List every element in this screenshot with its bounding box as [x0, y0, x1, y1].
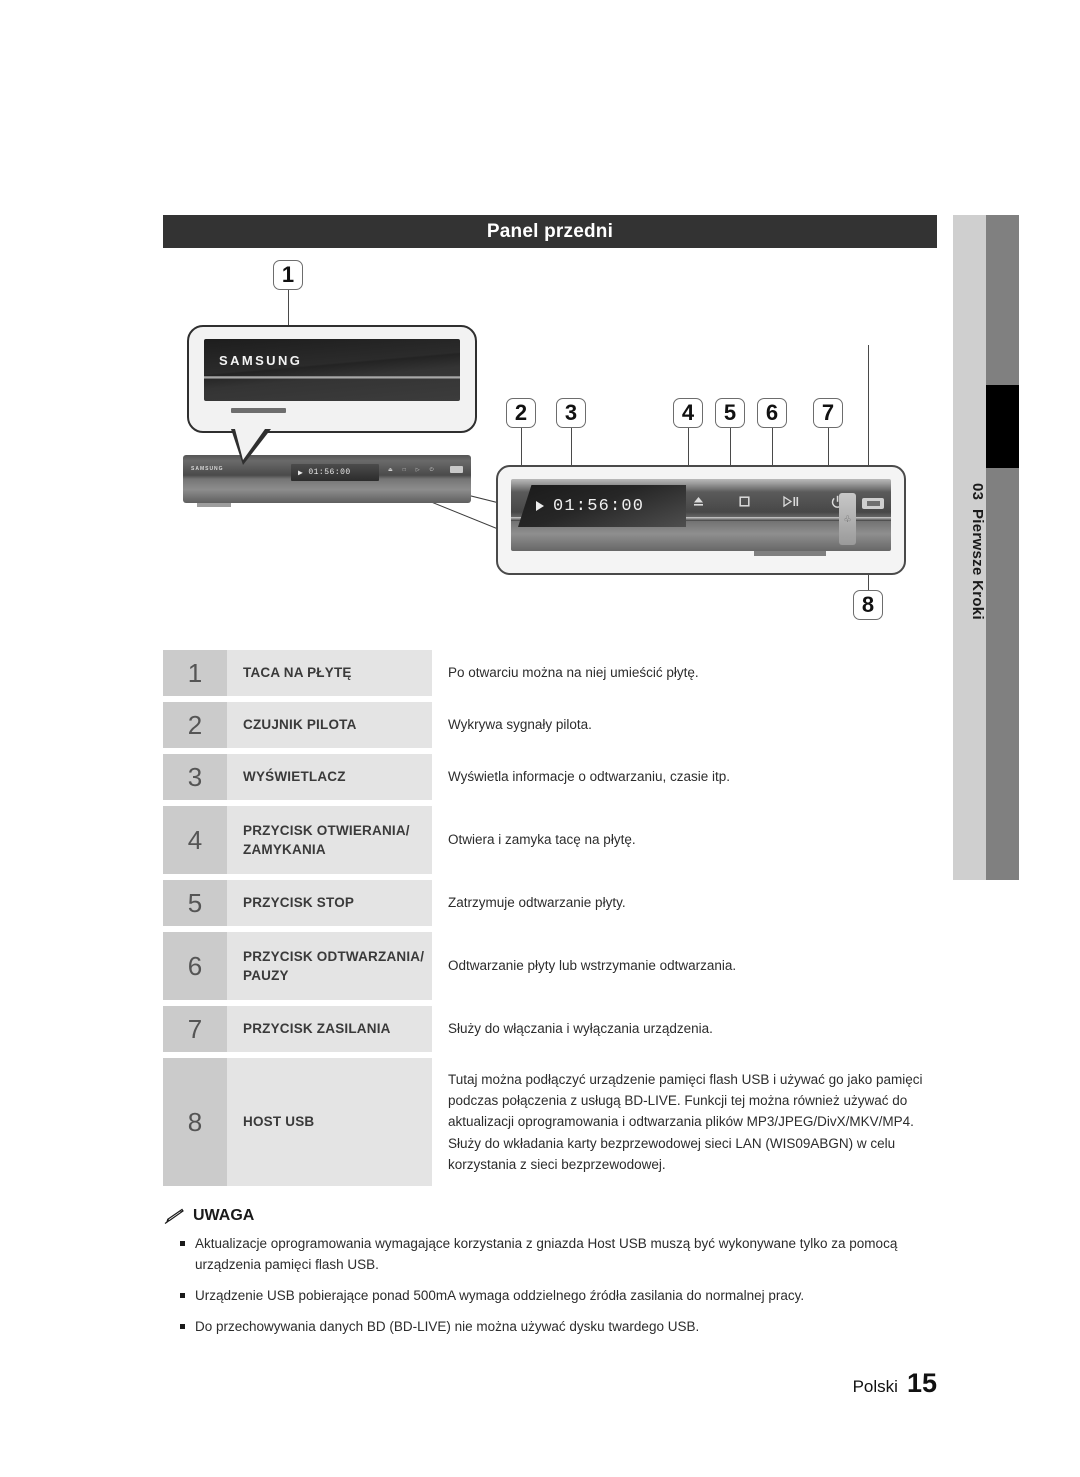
- row-number: 2: [163, 702, 227, 748]
- callout-8: 8: [853, 590, 883, 620]
- list-item: Urządzenie USB pobierające ponad 500mA w…: [163, 1286, 953, 1307]
- row-number: 1: [163, 650, 227, 696]
- play-pause-button-icon[interactable]: [781, 491, 801, 511]
- tray-zoom-bubble: SAMSUNG: [187, 325, 477, 465]
- player-foot: [197, 503, 231, 507]
- chapter-tab-text: 03 Pierwsze Kroki: [953, 215, 986, 880]
- chapter-tab-dark-band: [986, 215, 1019, 880]
- callout-7: 7: [813, 398, 843, 428]
- note-items: Aktualizacje oprogramowania wymagające k…: [163, 1234, 953, 1338]
- row-description: Otwiera i zamyka tacę na płytę.: [432, 806, 937, 874]
- row-label: PRZYCISK OTWIERANIA/ ZAMYKANIA: [227, 806, 432, 874]
- row-number: 7: [163, 1006, 227, 1052]
- row-label: HOST USB: [227, 1058, 432, 1186]
- callout-3: 3: [556, 398, 586, 428]
- footer-language: Polski: [852, 1377, 898, 1396]
- footer-page-number: 15: [906, 1368, 937, 1398]
- player-samsung-logo: SAMSUNG: [191, 466, 224, 472]
- front-panel-spec-table: 1 TACA NA PŁYTĘ Po otwarciu można na nie…: [163, 650, 937, 1192]
- front-display: 01:56:00: [518, 485, 686, 527]
- front-panel-zoom-bubble: 01:56:00 ♧: [496, 465, 906, 575]
- power-icon-small: ⏻: [429, 467, 434, 473]
- stop-button-icon[interactable]: [735, 491, 755, 511]
- disc-tray-slot: [231, 408, 286, 413]
- usb-cover-flap[interactable]: ♧: [839, 493, 856, 545]
- row-label: PRZYCISK ODTWARZANIA/ PAUZY: [227, 932, 432, 1000]
- stop-icon-small: □: [402, 467, 406, 473]
- player-display-small: ▶ 01:56:00: [291, 464, 379, 481]
- page-footer: Polski 15: [853, 1368, 937, 1399]
- table-row: 8 HOST USB Tutaj można podłączyć urządze…: [163, 1058, 937, 1186]
- table-row: 7 PRZYCISK ZASILANIA Służy do włączania …: [163, 1006, 937, 1052]
- table-row: 6 PRZYCISK ODTWARZANIA/ PAUZY Odtwarzani…: [163, 932, 937, 1000]
- table-row: 5 PRZYCISK STOP Zatrzymuje odtwarzanie p…: [163, 880, 937, 926]
- row-number: 5: [163, 880, 227, 926]
- table-row: 4 PRZYCISK OTWIERANIA/ ZAMYKANIA Otwiera…: [163, 806, 937, 874]
- callout-6: 6: [757, 398, 787, 428]
- manual-page: Panel przedni 03 Pierwsze Kroki 1 SAMSUN…: [0, 0, 1080, 1477]
- row-description: Służy do włączania i wyłączania urządzen…: [432, 1006, 937, 1052]
- display-time-small: 01:56:00: [308, 468, 351, 477]
- section-header-bar: Panel przedni: [163, 215, 937, 248]
- row-description: Tutaj można podłączyć urządzenie pamięci…: [432, 1058, 937, 1186]
- row-label: PRZYCISK ZASILANIA: [227, 1006, 432, 1052]
- tray-panel-face: [204, 339, 460, 401]
- row-description: Po otwarciu można na niej umieścić płytę…: [432, 650, 937, 696]
- eject-icon-small: ⏏: [388, 467, 393, 473]
- chapter-label: Pierwsze Kroki: [969, 509, 986, 621]
- row-description: Odtwarzanie płyty lub wstrzymanie odtwar…: [432, 932, 937, 1000]
- row-number: 3: [163, 754, 227, 800]
- row-label: PRZYCISK STOP: [227, 880, 432, 926]
- pencil-icon: [163, 1208, 184, 1225]
- callout-1: 1: [273, 260, 303, 290]
- tray-bubble-tail: [231, 429, 271, 465]
- note-heading: UWAGA: [163, 1207, 953, 1225]
- play-pause-icon-small: ▷: [415, 467, 420, 473]
- list-item: Aktualizacje oprogramowania wymagające k…: [163, 1234, 953, 1276]
- page-title: Panel przedni: [486, 220, 614, 242]
- row-number: 6: [163, 932, 227, 1000]
- play-indicator-icon: [536, 501, 544, 511]
- row-description: Wykrywa sygnały pilota.: [432, 702, 937, 748]
- front-panel-button-row: [688, 491, 848, 511]
- usb-host-port[interactable]: [862, 498, 884, 509]
- chapter-tab-current-marker: [986, 385, 1019, 468]
- table-row: 2 CZUJNIK PILOTA Wykrywa sygnały pilota.: [163, 702, 937, 748]
- row-description: Zatrzymuje odtwarzanie płyty.: [432, 880, 937, 926]
- row-description: Wyświetla informacje o odtwarzaniu, czas…: [432, 754, 937, 800]
- row-label: CZUJNIK PILOTA: [227, 702, 432, 748]
- player-overview-image: SAMSUNG ▶ 01:56:00 ⏏ □ ▷ ⏻: [183, 455, 471, 507]
- front-panel-illustration: 1 SAMSUNG SAMSUNG ▶ 01:56:00 ⏏ □ ▷ ⏻ 2 3…: [163, 250, 937, 650]
- chapter-number: 03: [969, 482, 986, 501]
- eject-button-icon[interactable]: [688, 491, 708, 511]
- table-row: 3 WYŚWIETLACZ Wyświetla informacje o odt…: [163, 754, 937, 800]
- display-time: 01:56:00: [553, 496, 645, 516]
- row-label: WYŚWIETLACZ: [227, 754, 432, 800]
- usb-port-small: [450, 466, 463, 473]
- callout-5: 5: [715, 398, 745, 428]
- note-block: UWAGA Aktualizacje oprogramowania wymaga…: [163, 1207, 953, 1348]
- play-indicator-small: ▶: [298, 468, 304, 478]
- callout-2: 2: [506, 398, 536, 428]
- row-number: 4: [163, 806, 227, 874]
- front-tray-lip: [754, 551, 826, 556]
- chapter-tab: 03 Pierwsze Kroki: [953, 215, 1019, 880]
- table-row: 1 TACA NA PŁYTĘ Po otwarciu można na nie…: [163, 650, 937, 696]
- samsung-logo: SAMSUNG: [219, 353, 303, 368]
- list-item: Do przechowywania danych BD (BD-LIVE) ni…: [163, 1317, 953, 1338]
- note-heading-text: UWAGA: [193, 1207, 255, 1224]
- row-label: TACA NA PŁYTĘ: [227, 650, 432, 696]
- row-number: 8: [163, 1058, 227, 1186]
- callout-4: 4: [673, 398, 703, 428]
